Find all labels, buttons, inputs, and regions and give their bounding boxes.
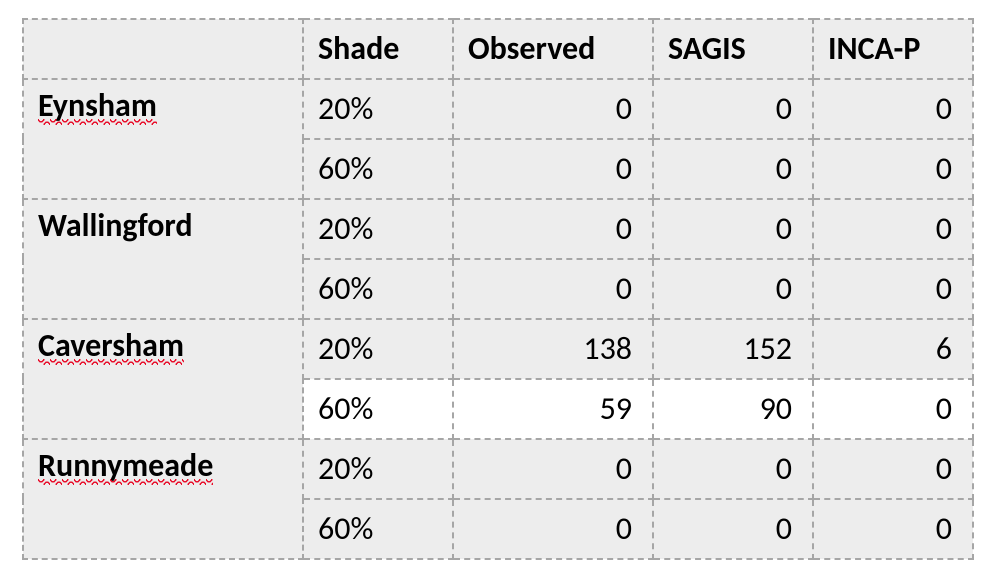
cell-shade: 60% <box>303 379 453 439</box>
cell-observed: 0 <box>453 439 653 499</box>
header-row: Shade Observed SAGIS INCA-P <box>23 19 973 79</box>
cell-incap: 0 <box>813 499 973 559</box>
cell-sagis: 0 <box>653 259 813 319</box>
cell-observed: 59 <box>453 379 653 439</box>
cell-shade: 20% <box>303 439 453 499</box>
cell-shade: 20% <box>303 319 453 379</box>
table-row: Runnymeade20%000 <box>23 439 973 499</box>
cell-sagis: 0 <box>653 439 813 499</box>
table-row: Eynsham20%000 <box>23 79 973 139</box>
cell-shade: 60% <box>303 139 453 199</box>
location-label: Eynsham <box>38 88 157 123</box>
cell-sagis: 152 <box>653 319 813 379</box>
data-table: Shade Observed SAGIS INCA-P Eynsham20%00… <box>22 18 974 560</box>
location-label: Caversham <box>38 328 184 363</box>
location-label: Wallingford <box>38 206 193 245</box>
cell-incap: 0 <box>813 379 973 439</box>
cell-observed: 0 <box>453 259 653 319</box>
table-row: Caversham 20%1381526 <box>23 319 973 379</box>
cell-incap: 0 <box>813 79 973 139</box>
cell-incap: 0 <box>813 259 973 319</box>
header-observed: Observed <box>453 19 653 79</box>
header-shade: Shade <box>303 19 453 79</box>
header-incap: INCA-P <box>813 19 973 79</box>
cell-sagis: 90 <box>653 379 813 439</box>
row-header: Wallingford <box>23 199 303 319</box>
header-blank <box>23 19 303 79</box>
cell-sagis: 0 <box>653 79 813 139</box>
cell-observed: 138 <box>453 319 653 379</box>
cell-observed: 0 <box>453 139 653 199</box>
cell-sagis: 0 <box>653 499 813 559</box>
cell-incap: 0 <box>813 199 973 259</box>
cell-incap: 0 <box>813 439 973 499</box>
row-header: Caversham <box>23 319 303 439</box>
row-header: Runnymeade <box>23 439 303 559</box>
cell-shade: 60% <box>303 499 453 559</box>
cell-shade: 20% <box>303 79 453 139</box>
cell-shade: 60% <box>303 259 453 319</box>
location-label: Runnymeade <box>38 448 213 483</box>
table-row: Wallingford20%000 <box>23 199 973 259</box>
cell-shade: 20% <box>303 199 453 259</box>
cell-observed: 0 <box>453 79 653 139</box>
table-body: Eynsham20%00060%000Wallingford20%00060%0… <box>23 79 973 559</box>
cell-observed: 0 <box>453 499 653 559</box>
cell-sagis: 0 <box>653 199 813 259</box>
cell-sagis: 0 <box>653 139 813 199</box>
row-header: Eynsham <box>23 79 303 199</box>
header-sagis: SAGIS <box>653 19 813 79</box>
cell-incap: 6 <box>813 319 973 379</box>
cell-incap: 0 <box>813 139 973 199</box>
cell-observed: 0 <box>453 199 653 259</box>
